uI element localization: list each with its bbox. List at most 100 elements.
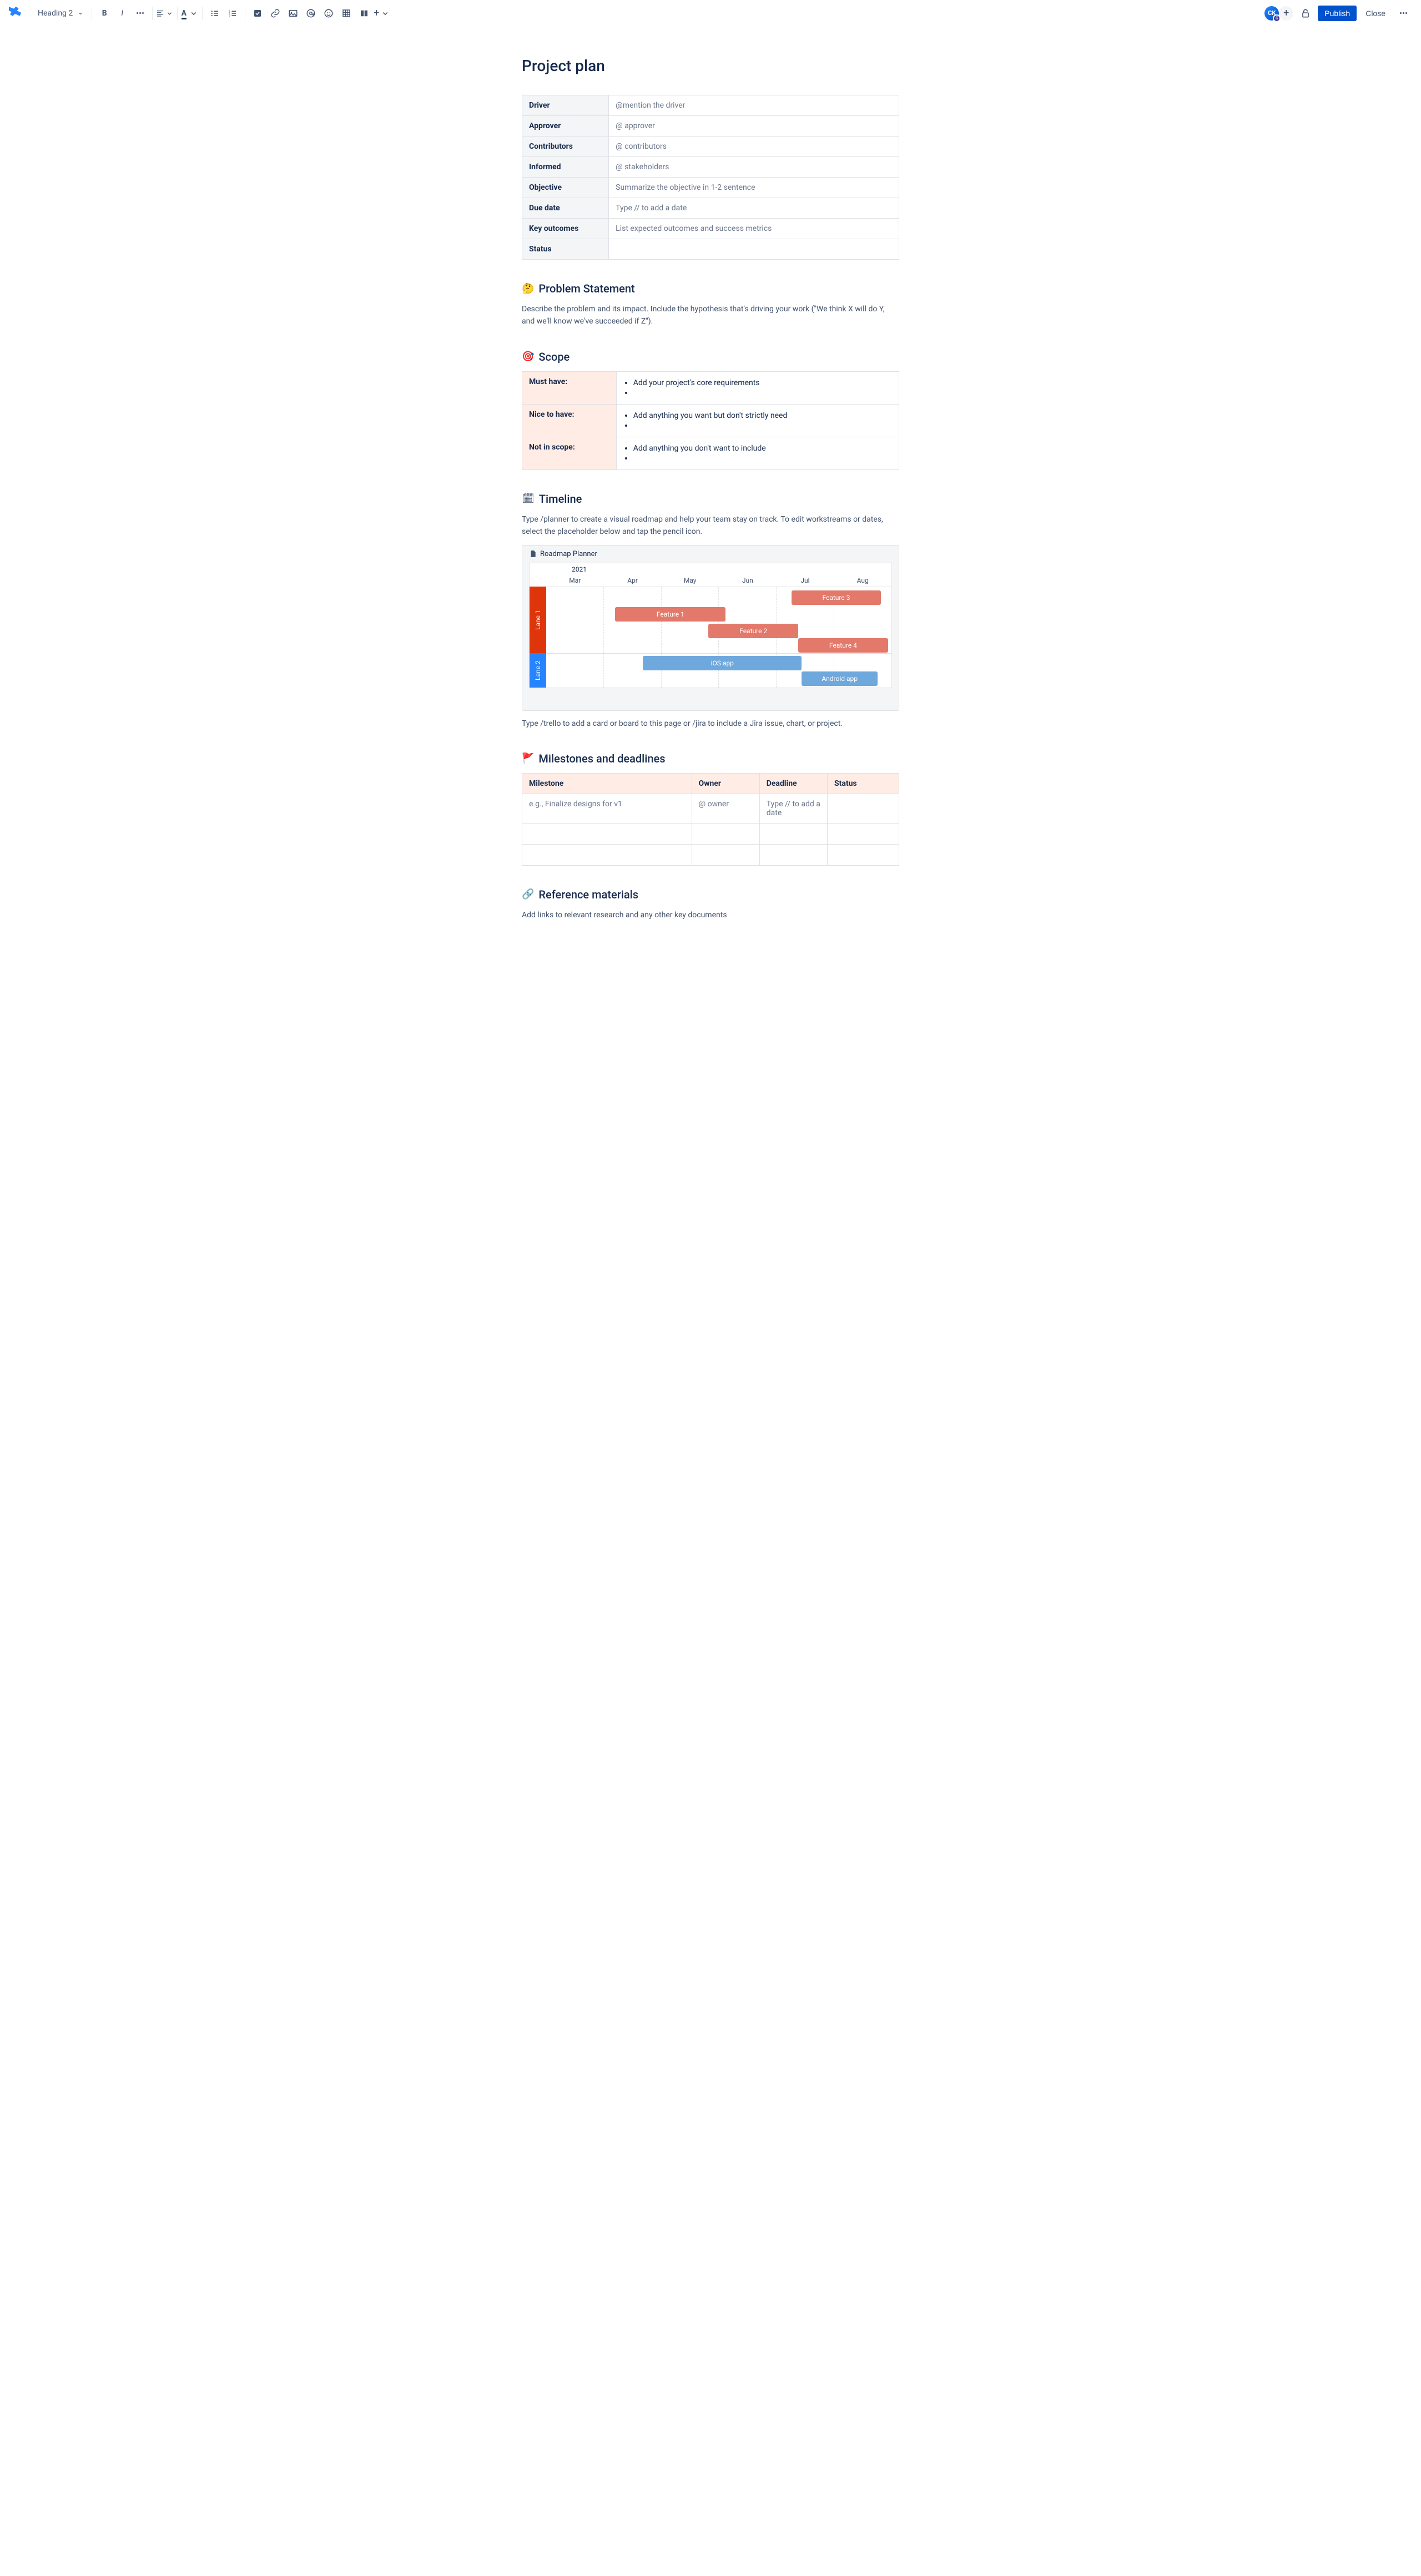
timeline-heading[interactable]: 🗓 Timeline	[522, 492, 899, 506]
layouts-button[interactable]	[355, 4, 373, 22]
row-value[interactable]: Add anything you want but don't strictly…	[616, 404, 899, 437]
timeline-intro[interactable]: Type /planner to create a visual roadmap…	[522, 513, 899, 538]
bold-button[interactable]: B	[95, 4, 113, 22]
user-avatar[interactable]: CK C	[1264, 6, 1279, 21]
row-value[interactable]: @ contributors	[609, 137, 899, 157]
text-style-select[interactable]: Heading 2	[33, 7, 88, 20]
roadmap-bar[interactable]: Android app	[802, 671, 878, 686]
roadmap-bar[interactable]: Feature 3	[792, 590, 881, 605]
refs-body[interactable]: Add links to relevant research and any o…	[522, 909, 899, 921]
image-button[interactable]	[284, 4, 302, 22]
list-item[interactable]: Add your project's core requirements	[633, 378, 892, 387]
column-header[interactable]: Milestone	[522, 773, 692, 794]
cell[interactable]	[522, 823, 692, 844]
milestones-table[interactable]: MilestoneOwnerDeadlineStatuse.g., Finali…	[522, 773, 899, 866]
milestones-heading[interactable]: 🚩 Milestones and deadlines	[522, 752, 899, 765]
table-row[interactable]: Informed@ stakeholders	[522, 157, 899, 178]
table-row[interactable]: Status	[522, 239, 899, 260]
page-title[interactable]: Project plan	[522, 57, 899, 75]
numbered-list-button[interactable]: 123	[224, 4, 241, 22]
cell[interactable]	[692, 823, 759, 844]
cell[interactable]	[759, 844, 827, 865]
cell[interactable]	[827, 844, 899, 865]
row-value[interactable]: List expected outcomes and success metri…	[609, 219, 899, 239]
row-key[interactable]: Informed	[522, 157, 609, 178]
row-key[interactable]: Contributors	[522, 137, 609, 157]
row-key[interactable]: Objective	[522, 178, 609, 198]
list-item[interactable]	[633, 454, 892, 463]
cell[interactable]: Type // to add a date	[759, 794, 827, 823]
list-item[interactable]	[633, 421, 892, 430]
action-item-button[interactable]	[249, 4, 266, 22]
info-table[interactable]: Driver@mention the driverApprover@ appro…	[522, 95, 899, 260]
roadmap-bar[interactable]: Feature 1	[615, 607, 725, 622]
cell[interactable]	[522, 844, 692, 865]
row-key[interactable]: Nice to have:	[522, 404, 617, 437]
more-formatting-button[interactable]	[131, 4, 149, 22]
list-item[interactable]	[633, 388, 892, 397]
roadmap-bar[interactable]: Feature 4	[798, 638, 888, 653]
publish-button[interactable]: Publish	[1318, 6, 1357, 21]
timeline-footer[interactable]: Type /trello to add a card or board to t…	[522, 718, 899, 730]
cell[interactable]	[827, 794, 899, 823]
cell[interactable]	[692, 844, 759, 865]
more-actions-button[interactable]	[1394, 4, 1412, 22]
list-item[interactable]: Add anything you want but don't strictly…	[633, 411, 892, 420]
column-header[interactable]: Deadline	[759, 773, 827, 794]
row-key[interactable]: Status	[522, 239, 609, 260]
close-button[interactable]: Close	[1360, 6, 1391, 21]
scope-heading[interactable]: 🎯 Scope	[522, 350, 899, 363]
table-row[interactable]: Contributors@ contributors	[522, 137, 899, 157]
link-button[interactable]	[266, 4, 284, 22]
bullet-list-button[interactable]	[206, 4, 224, 22]
row-key[interactable]: Driver	[522, 95, 609, 116]
row-value[interactable]: Add anything you don't want to include	[616, 437, 899, 469]
cell[interactable]: e.g., Finalize designs for v1	[522, 794, 692, 823]
cell[interactable]	[827, 823, 899, 844]
italic-button[interactable]: I	[113, 4, 131, 22]
table-row[interactable]: Driver@mention the driver	[522, 95, 899, 116]
column-header[interactable]: Owner	[692, 773, 759, 794]
editor-content[interactable]: Project plan Driver@mention the driverAp…	[500, 27, 921, 971]
row-key[interactable]: Key outcomes	[522, 219, 609, 239]
row-value[interactable]: @ stakeholders	[609, 157, 899, 178]
table-row[interactable]	[522, 823, 899, 844]
emoji-button[interactable]	[320, 4, 337, 22]
insert-button[interactable]: +	[373, 4, 391, 22]
table-row[interactable]: Due dateType // to add a date	[522, 198, 899, 219]
problem-body[interactable]: Describe the problem and its impact. Inc…	[522, 303, 899, 328]
row-key[interactable]: Must have:	[522, 371, 617, 404]
row-key[interactable]: Not in scope:	[522, 437, 617, 469]
table-button[interactable]	[337, 4, 355, 22]
text-color-button[interactable]: A	[181, 4, 199, 22]
table-row[interactable]: Approver@ approver	[522, 116, 899, 137]
row-value[interactable]	[609, 239, 899, 260]
column-header[interactable]: Status	[827, 773, 899, 794]
table-row[interactable]: e.g., Finalize designs for v1@ ownerType…	[522, 794, 899, 823]
row-value[interactable]: Summarize the objective in 1-2 sentence	[609, 178, 899, 198]
roadmap-planner[interactable]: Roadmap Planner 2021 MarAprMayJunJulAug …	[522, 545, 899, 711]
table-row[interactable]: Nice to have: Add anything you want but d…	[522, 404, 899, 437]
cell[interactable]: @ owner	[692, 794, 759, 823]
problem-heading[interactable]: 🤔 Problem Statement	[522, 282, 899, 295]
scope-table[interactable]: Must have: Add your project's core requir…	[522, 371, 899, 470]
row-key[interactable]: Due date	[522, 198, 609, 219]
table-row[interactable]: Key outcomesList expected outcomes and s…	[522, 219, 899, 239]
table-row[interactable]: Must have: Add your project's core requir…	[522, 371, 899, 404]
list-item[interactable]: Add anything you don't want to include	[633, 444, 892, 453]
mention-button[interactable]	[302, 4, 320, 22]
table-row[interactable]	[522, 844, 899, 865]
row-key[interactable]: Approver	[522, 116, 609, 137]
invite-button[interactable]: +	[1279, 6, 1293, 21]
restrictions-button[interactable]	[1297, 4, 1314, 22]
roadmap-bar[interactable]: Feature 2	[708, 624, 798, 638]
cell[interactable]	[759, 823, 827, 844]
align-button[interactable]	[156, 4, 174, 22]
row-value[interactable]: Type // to add a date	[609, 198, 899, 219]
table-row[interactable]: ObjectiveSummarize the objective in 1-2 …	[522, 178, 899, 198]
row-value[interactable]: @ approver	[609, 116, 899, 137]
roadmap-bar[interactable]: iOS app	[643, 656, 802, 670]
row-value[interactable]: Add your project's core requirements	[616, 371, 899, 404]
row-value[interactable]: @mention the driver	[609, 95, 899, 116]
table-row[interactable]: Not in scope: Add anything you don't want…	[522, 437, 899, 469]
